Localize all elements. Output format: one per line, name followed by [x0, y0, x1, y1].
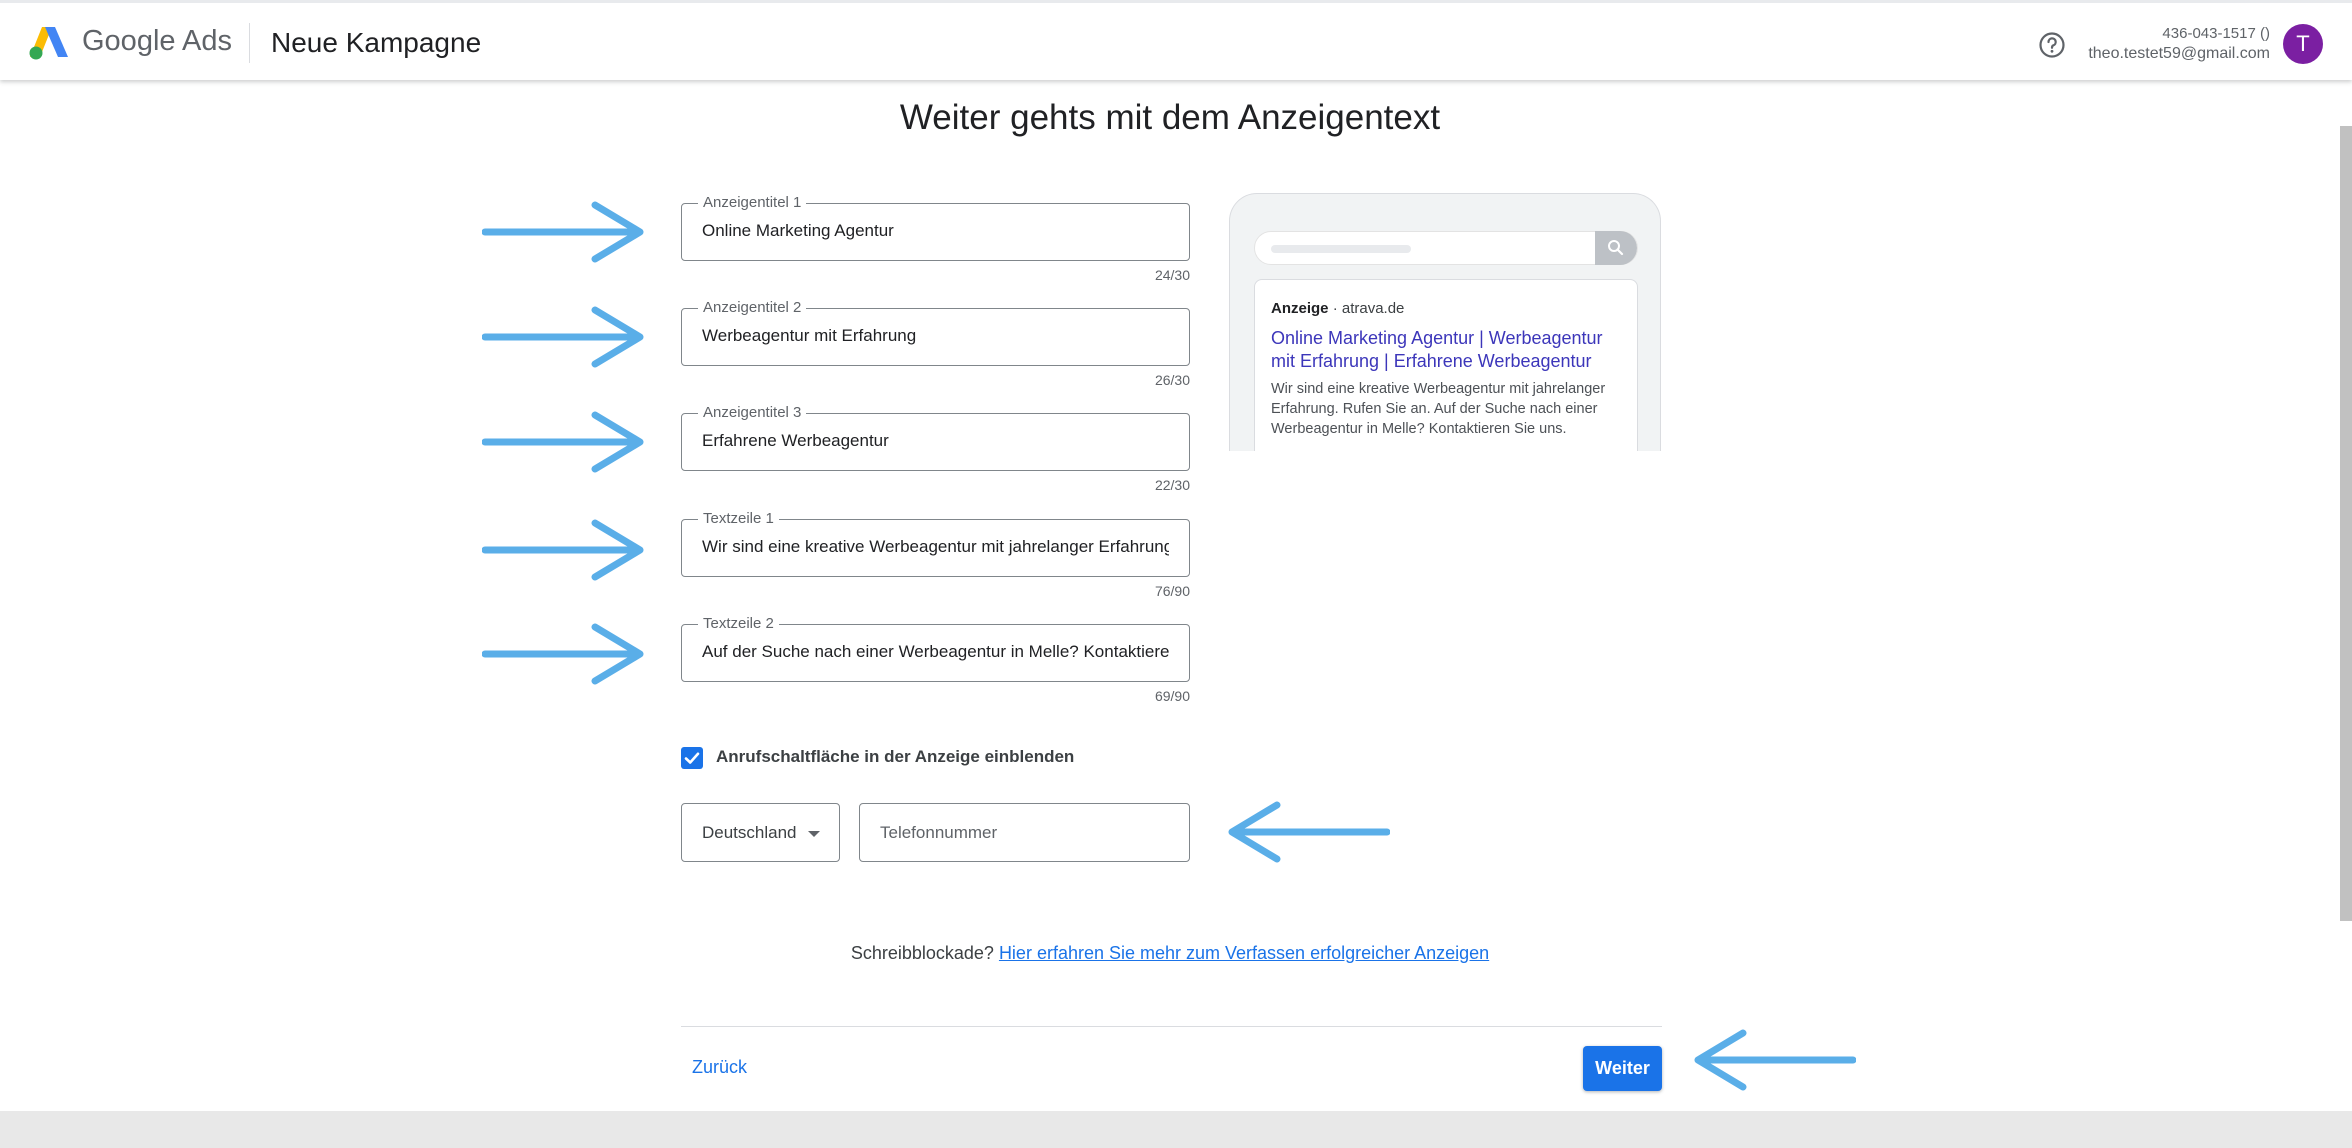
dropdown-caret-icon: [808, 831, 820, 837]
preview-search-button: [1595, 231, 1637, 265]
ad-preview: Anzeige · atrava.de Online Marketing Age…: [1229, 193, 1661, 451]
annotation-arrow-left-icon: [1228, 801, 1390, 863]
google-ads-logo[interactable]: [28, 23, 70, 61]
page-title: Weiter gehts mit dem Anzeigentext: [899, 98, 1441, 137]
campaign-title: Neue Kampagne: [271, 27, 482, 58]
call-button-label[interactable]: Anrufschaltfläche in der Anzeige einblen…: [716, 747, 1074, 767]
phone-number-field[interactable]: [859, 803, 1190, 862]
ad-preview-card: Anzeige · atrava.de Online Marketing Age…: [1254, 279, 1638, 451]
ad-badge: Anzeige: [1271, 300, 1329, 317]
writer-block-hint: Schreibblockade? Hier erfahren Sie mehr …: [0, 943, 2340, 964]
writer-block-text: Schreibblockade?: [850, 943, 994, 963]
country-value: Deutschland: [702, 823, 797, 842]
country-select[interactable]: Deutschland: [681, 803, 840, 862]
preview-search-bar: [1254, 231, 1638, 265]
ad-meta: Anzeige · atrava.de: [1271, 300, 1404, 317]
search-icon: [1608, 240, 1624, 256]
account-id: 436-043-1517 (): [2162, 25, 2270, 42]
char-counter: 26/30: [1154, 372, 1190, 388]
char-counter: 24/30: [1154, 267, 1190, 283]
char-counter: 22/30: [1154, 477, 1190, 493]
description-1-field[interactable]: Textzeile 1 Wir sind eine kreative Werbe…: [681, 510, 1190, 577]
field-label: Textzeile 2: [698, 615, 779, 632]
headline-1-field[interactable]: Anzeigentitel 1 Online Marketing Agentur: [681, 194, 1190, 261]
headline-3-field[interactable]: Anzeigentitel 3 Erfahrene Werbeagentur: [681, 404, 1190, 471]
field-value[interactable]: Werbeagentur mit Erfahrung: [702, 326, 1169, 346]
headline-2-field[interactable]: Anzeigentitel 2 Werbeagentur mit Erfahru…: [681, 299, 1190, 366]
ad-description: Wir sind eine kreative Werbeagentur mit …: [1271, 381, 1606, 437]
field-value[interactable]: Auf der Suche nach einer Werbeagentur in…: [702, 642, 1169, 662]
writer-block-link[interactable]: Hier erfahren Sie mehr zum Verfassen erf…: [999, 943, 1489, 963]
back-button[interactable]: Zurück: [692, 1057, 747, 1078]
annotation-arrow-right-icon: [482, 201, 644, 263]
call-button-checkbox[interactable]: [681, 747, 703, 769]
preview-search-placeholder: [1271, 245, 1411, 253]
annotation-arrow-right-icon: [482, 519, 644, 581]
char-counter: 69/90: [1154, 688, 1190, 704]
scrollbar[interactable]: [2340, 126, 2352, 921]
brand-separator: [249, 23, 250, 63]
help-circle-icon[interactable]: [2038, 31, 2066, 59]
field-label: Anzeigentitel 3: [698, 404, 807, 421]
field-value[interactable]: Erfahrene Werbeagentur: [702, 431, 1169, 451]
ad-domain: atrava.de: [1341, 300, 1405, 317]
footer-band: [0, 1111, 2352, 1148]
field-label: Textzeile 1: [698, 510, 779, 527]
next-button[interactable]: Weiter: [1583, 1046, 1662, 1091]
footer-divider: [681, 1026, 1662, 1027]
char-counter: 76/90: [1154, 583, 1190, 599]
avatar[interactable]: T: [2283, 24, 2323, 64]
field-value[interactable]: Online Marketing Agentur: [702, 221, 1169, 241]
annotation-arrow-right-icon: [482, 306, 644, 368]
field-value[interactable]: Wir sind eine kreative Werbeagentur mit …: [702, 537, 1169, 557]
checkmark-icon: [684, 752, 700, 764]
annotation-arrow-right-icon: [482, 411, 644, 473]
annotation-arrow-right-icon: [482, 623, 644, 685]
field-label: Anzeigentitel 1: [698, 194, 807, 211]
ad-meta-separator: ·: [1332, 300, 1338, 317]
phone-number-input[interactable]: [880, 822, 1170, 844]
description-2-field[interactable]: Textzeile 2 Auf der Suche nach einer Wer…: [681, 615, 1190, 682]
brand-name[interactable]: Google Ads: [82, 25, 232, 58]
ad-headline: Online Marketing Agentur | Werbeagentur …: [1271, 328, 1603, 371]
account-email: theo.testet59@gmail.com: [2088, 45, 2270, 62]
top-app-bar: Google Ads Neue Kampagne 436-043-1517 ()…: [0, 0, 2352, 80]
field-label: Anzeigentitel 2: [698, 299, 807, 316]
annotation-arrow-left-icon: [1694, 1029, 1856, 1091]
